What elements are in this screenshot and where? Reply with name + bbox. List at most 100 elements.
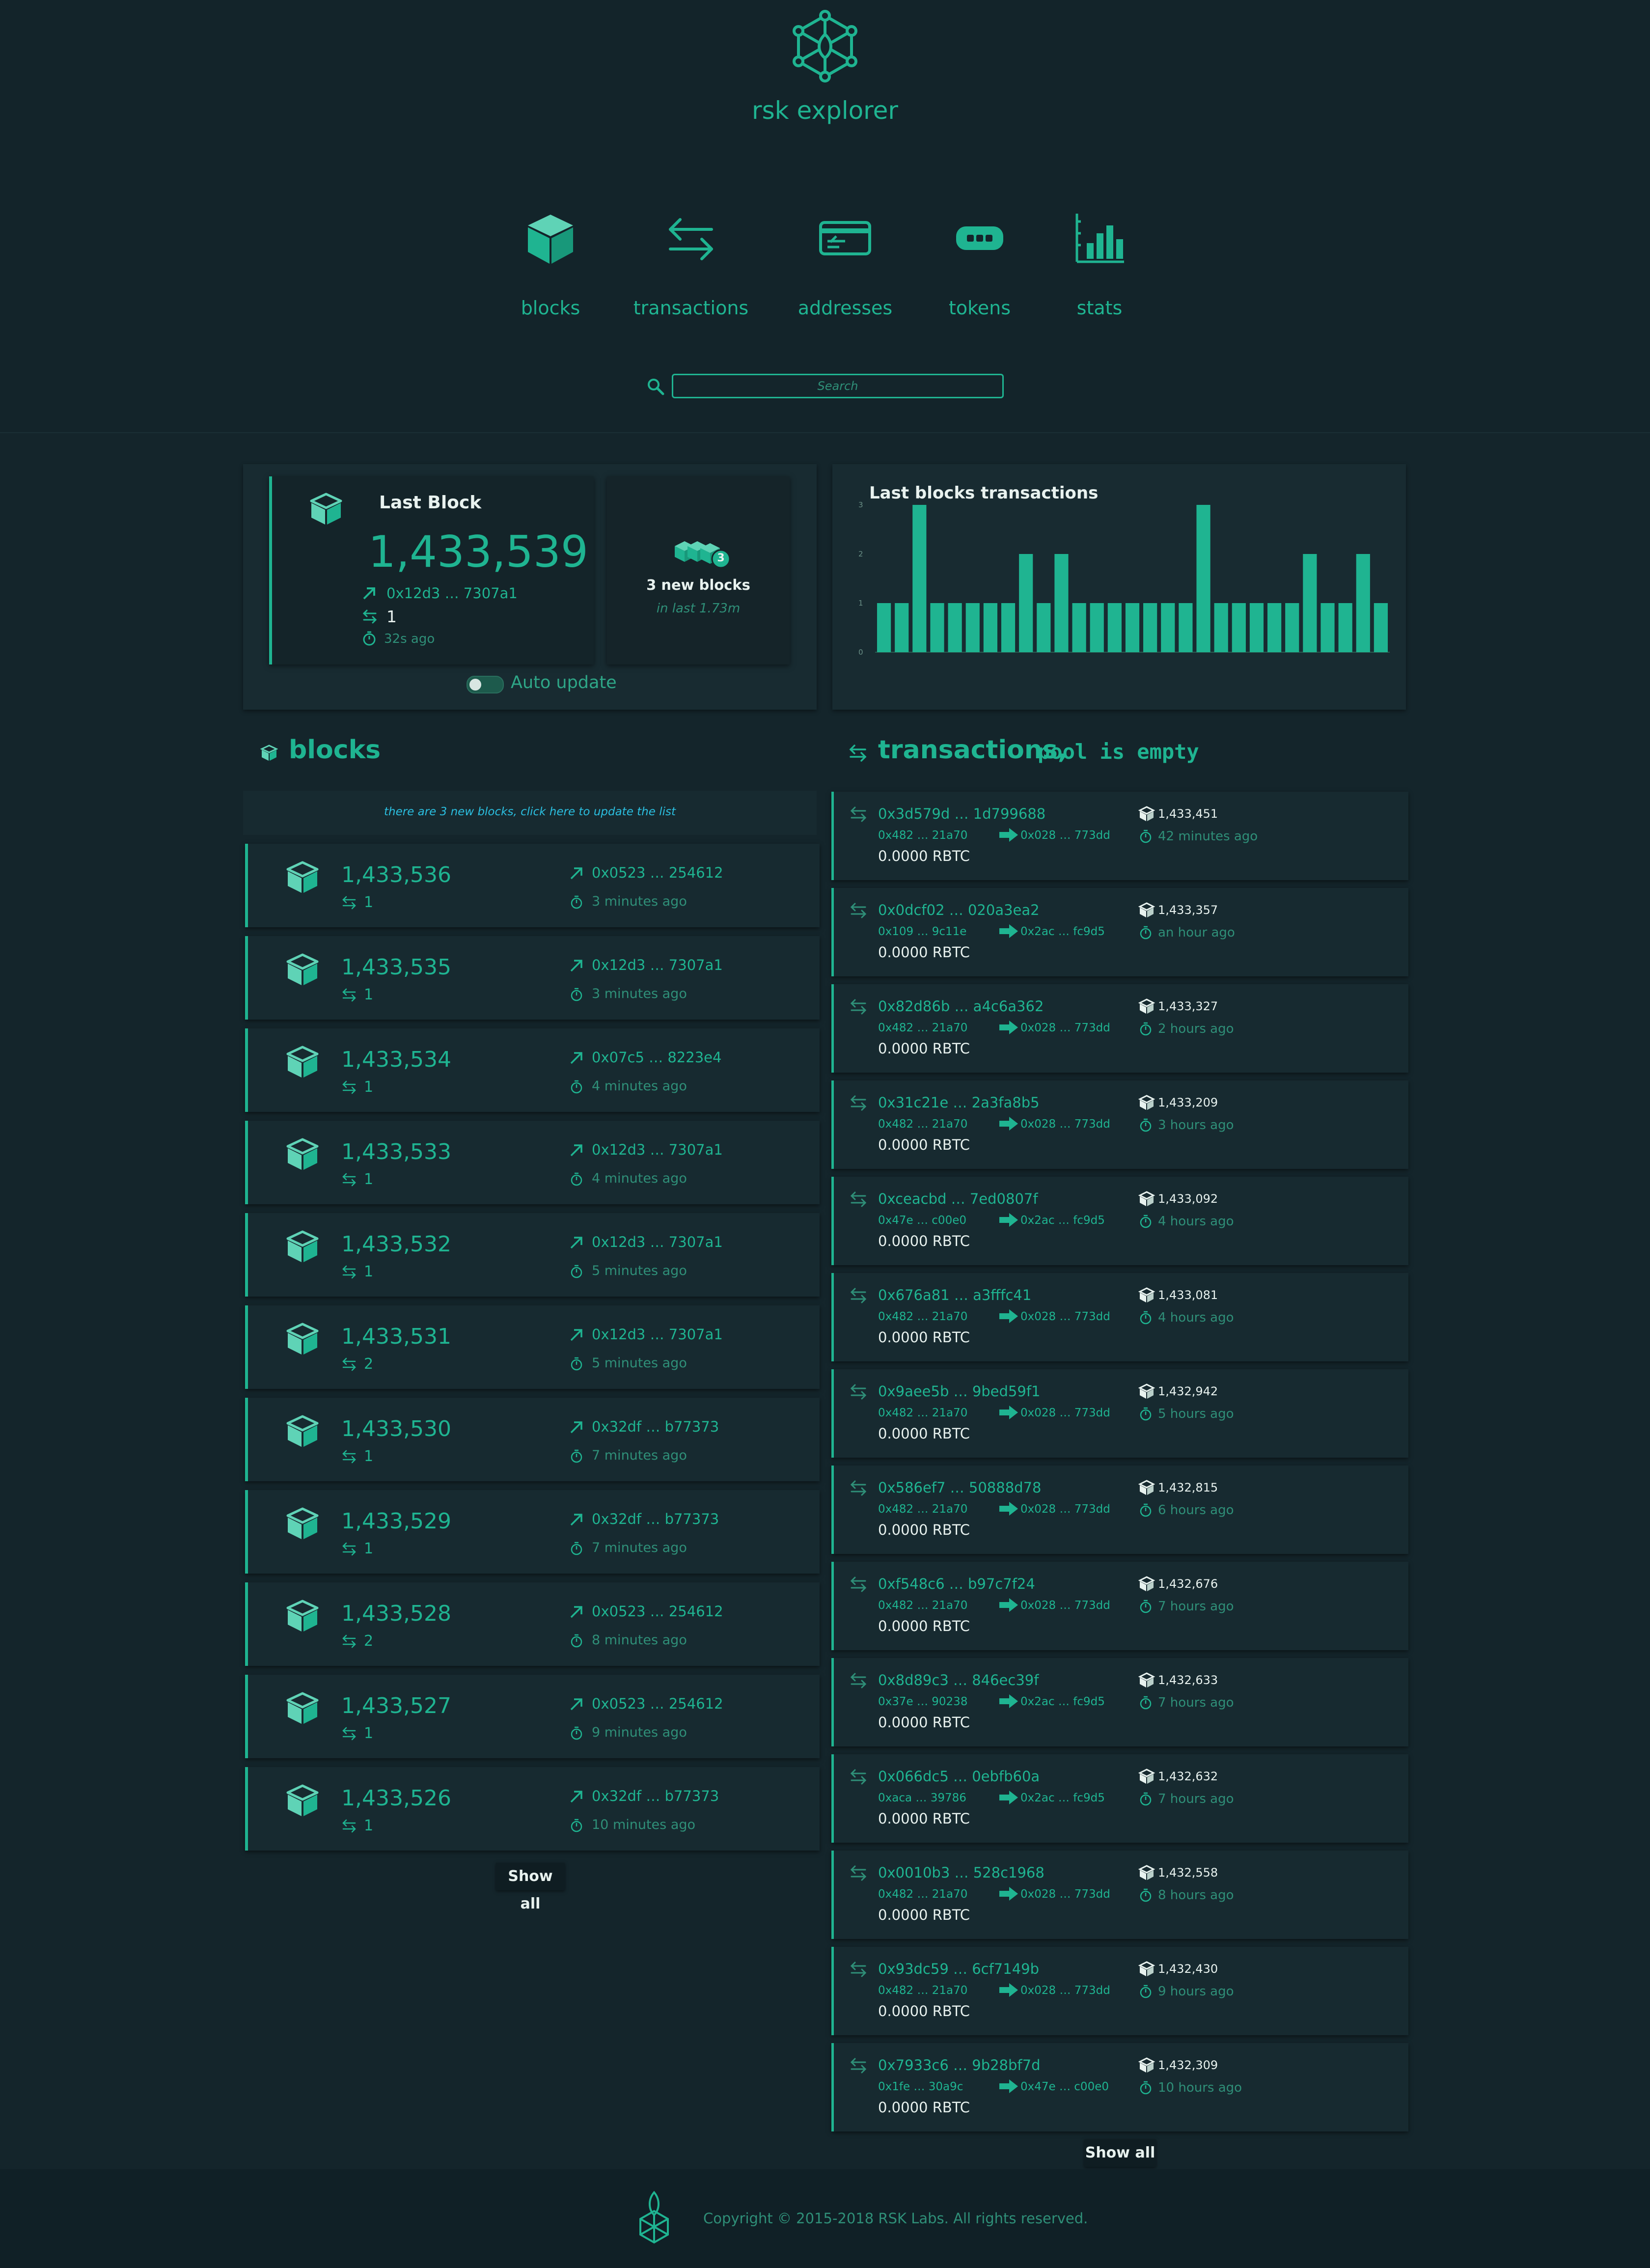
- tx-from[interactable]: 0x482 … 21a70: [878, 1599, 967, 1612]
- block-number[interactable]: 1,433,533: [341, 1139, 451, 1164]
- block-miner[interactable]: 0x0523 … 254612: [592, 1695, 723, 1712]
- chart-bar[interactable]: [1054, 554, 1069, 652]
- tx-hash[interactable]: 0xf548c6 … b97c7f24: [878, 1576, 1035, 1592]
- block-row[interactable]: 1,433,533 1 0x12d3 … 7307a1 4 minutes ago: [245, 1121, 820, 1204]
- nav-stats[interactable]: stats: [1026, 209, 1173, 319]
- tx-hash[interactable]: 0x8d89c3 … 846ec39f: [878, 1672, 1039, 1688]
- last-block-number[interactable]: 1,433,539: [368, 526, 588, 577]
- tx-from[interactable]: 0x482 … 21a70: [878, 1118, 967, 1131]
- chart-bar[interactable]: [930, 603, 944, 652]
- tx-hash[interactable]: 0x066dc5 … 0ebfb60a: [878, 1768, 1040, 1785]
- block-number[interactable]: 1,433,534: [341, 1047, 451, 1072]
- nav-addresses[interactable]: addresses: [771, 209, 919, 319]
- tx-from[interactable]: 0x47e … c00e0: [878, 1214, 966, 1227]
- transaction-row[interactable]: 0xf548c6 … b97c7f24 0x482 … 21a70 0x028 … …: [831, 1562, 1408, 1650]
- chart-bar[interactable]: [1285, 603, 1299, 652]
- tx-block-number[interactable]: 1,432,558: [1158, 1866, 1218, 1880]
- search-input[interactable]: [672, 374, 1004, 398]
- chart-bar[interactable]: [1303, 554, 1317, 652]
- chart-bar[interactable]: [1001, 603, 1016, 652]
- tx-from[interactable]: 0x482 … 21a70: [878, 1022, 967, 1034]
- transaction-row[interactable]: 0x3d579d … 1d799688 0x482 … 21a70 0x028 … …: [831, 792, 1408, 880]
- chart-bar[interactable]: [1037, 603, 1051, 652]
- tx-hash[interactable]: 0x0010b3 … 528c1968: [878, 1864, 1045, 1881]
- tx-block-number[interactable]: 1,433,451: [1158, 807, 1218, 821]
- block-row[interactable]: 1,433,534 1 0x07c5 … 8223e4 4 minutes ago: [245, 1028, 820, 1112]
- tx-to[interactable]: 0x028 … 773dd: [1020, 1984, 1110, 1997]
- transaction-row[interactable]: 0x586ef7 … 50888d78 0x482 … 21a70 0x028 … …: [831, 1466, 1408, 1554]
- chart-bar[interactable]: [1356, 554, 1370, 652]
- tx-from[interactable]: 0x1fe … 30a9c: [878, 2080, 963, 2093]
- block-number[interactable]: 1,433,535: [341, 955, 451, 980]
- rsk-logo-icon[interactable]: [788, 9, 862, 83]
- block-miner[interactable]: 0x12d3 … 7307a1: [592, 957, 723, 973]
- block-miner[interactable]: 0x0523 … 254612: [592, 864, 723, 881]
- transactions-show-all-button[interactable]: Show all: [1084, 2139, 1156, 2167]
- tx-block-number[interactable]: 1,433,209: [1158, 1096, 1218, 1109]
- block-miner[interactable]: 0x12d3 … 7307a1: [592, 1141, 723, 1158]
- tx-block-number[interactable]: 1,433,357: [1158, 903, 1218, 917]
- tx-block-number[interactable]: 1,432,676: [1158, 1577, 1218, 1591]
- chart-bar[interactable]: [1143, 603, 1157, 652]
- transaction-row[interactable]: 0x82d86b … a4c6a362 0x482 … 21a70 0x028 … …: [831, 984, 1408, 1073]
- tx-to[interactable]: 0x028 … 773dd: [1020, 1022, 1110, 1034]
- block-number[interactable]: 1,433,526: [341, 1786, 451, 1811]
- block-miner[interactable]: 0x32df … b77373: [592, 1788, 719, 1804]
- tx-from[interactable]: 0x482 … 21a70: [878, 1984, 967, 1997]
- auto-update-toggle[interactable]: [467, 676, 504, 693]
- transaction-row[interactable]: 0x8d89c3 … 846ec39f 0x37e … 90238 0x2ac … …: [831, 1658, 1408, 1746]
- block-number[interactable]: 1,433,530: [341, 1416, 451, 1441]
- tx-hash[interactable]: 0x586ef7 … 50888d78: [878, 1479, 1041, 1496]
- tx-from[interactable]: 0x482 … 21a70: [878, 1888, 967, 1901]
- transaction-row[interactable]: 0x31c21e … 2a3fa8b5 0x482 … 21a70 0x028 … …: [831, 1080, 1408, 1169]
- block-row[interactable]: 1,433,527 1 0x0523 … 254612 9 minutes ago: [245, 1675, 820, 1758]
- block-number[interactable]: 1,433,529: [341, 1509, 451, 1534]
- transaction-row[interactable]: 0xceacbd … 7ed0807f 0x47e … c00e0 0x2ac … …: [831, 1177, 1408, 1265]
- block-row[interactable]: 1,433,530 1 0x32df … b77373 7 minutes ago: [245, 1398, 820, 1481]
- tx-from[interactable]: 0x482 … 21a70: [878, 1503, 967, 1516]
- chart-bar[interactable]: [1374, 603, 1388, 652]
- block-row[interactable]: 1,433,532 1 0x12d3 … 7307a1 5 minutes ago: [245, 1213, 820, 1297]
- chart-bar[interactable]: [1072, 603, 1086, 652]
- block-number[interactable]: 1,433,527: [341, 1693, 451, 1718]
- block-number[interactable]: 1,433,536: [341, 862, 451, 887]
- block-miner[interactable]: 0x07c5 … 8223e4: [592, 1049, 721, 1066]
- tx-to[interactable]: 0x47e … c00e0: [1020, 2080, 1109, 2093]
- tx-to[interactable]: 0x028 … 773dd: [1020, 1118, 1110, 1131]
- block-row[interactable]: 1,433,526 1 0x32df … b77373 10 minutes ago: [245, 1767, 820, 1851]
- chart-bar[interactable]: [912, 505, 927, 652]
- tx-to[interactable]: 0x2ac … fc9d5: [1020, 1214, 1105, 1227]
- chart-bar[interactable]: [1196, 505, 1210, 652]
- tx-hash[interactable]: 0x7933c6 … 9b28bf7d: [878, 2057, 1040, 2074]
- transaction-row[interactable]: 0x0010b3 … 528c1968 0x482 … 21a70 0x028 … …: [831, 1851, 1408, 1939]
- tx-hash[interactable]: 0x93dc59 … 6cf7149b: [878, 1961, 1039, 1977]
- chart-bar[interactable]: [1179, 603, 1193, 652]
- search-icon[interactable]: [646, 377, 665, 396]
- chart-bar[interactable]: [1338, 603, 1352, 652]
- last-block-miner[interactable]: 0x12d3 … 7307a1: [386, 585, 518, 602]
- transaction-row[interactable]: 0x676a81 … a3fffc41 0x482 … 21a70 0x028 … …: [831, 1273, 1408, 1361]
- chart-bar[interactable]: [1107, 603, 1122, 652]
- block-miner[interactable]: 0x32df … b77373: [592, 1511, 719, 1527]
- tx-to[interactable]: 0x2ac … fc9d5: [1020, 1792, 1105, 1804]
- tx-from[interactable]: 0x37e … 90238: [878, 1695, 967, 1708]
- block-miner[interactable]: 0x32df … b77373: [592, 1418, 719, 1435]
- tx-hash[interactable]: 0x0dcf02 … 020a3ea2: [878, 902, 1040, 918]
- tx-hash[interactable]: 0x82d86b … a4c6a362: [878, 998, 1044, 1015]
- transaction-row[interactable]: 0x7933c6 … 9b28bf7d 0x1fe … 30a9c 0x47e … …: [831, 2043, 1408, 2131]
- chart-bar[interactable]: [965, 603, 980, 652]
- tx-hash[interactable]: 0x3d579d … 1d799688: [878, 805, 1045, 822]
- tx-from[interactable]: 0x482 … 21a70: [878, 1310, 967, 1323]
- transaction-row[interactable]: 0x9aee5b … 9bed59f1 0x482 … 21a70 0x028 … …: [831, 1369, 1408, 1458]
- tx-hash[interactable]: 0x676a81 … a3fffc41: [878, 1287, 1031, 1303]
- block-row[interactable]: 1,433,529 1 0x32df … b77373 7 minutes ago: [245, 1490, 820, 1574]
- tx-from[interactable]: 0x482 … 21a70: [878, 1407, 967, 1419]
- chart-bar[interactable]: [877, 603, 891, 652]
- tx-block-number[interactable]: 1,432,430: [1158, 1962, 1218, 1976]
- chart-bar[interactable]: [1214, 603, 1228, 652]
- tx-block-number[interactable]: 1,433,327: [1158, 999, 1218, 1013]
- block-row[interactable]: 1,433,536 1 0x0523 … 254612 3 minutes ago: [245, 844, 820, 927]
- blocks-show-all-button[interactable]: Show all: [496, 1863, 565, 1912]
- block-row[interactable]: 1,433,528 2 0x0523 … 254612 8 minutes ago: [245, 1582, 820, 1666]
- nav-blocks[interactable]: blocks: [477, 209, 624, 319]
